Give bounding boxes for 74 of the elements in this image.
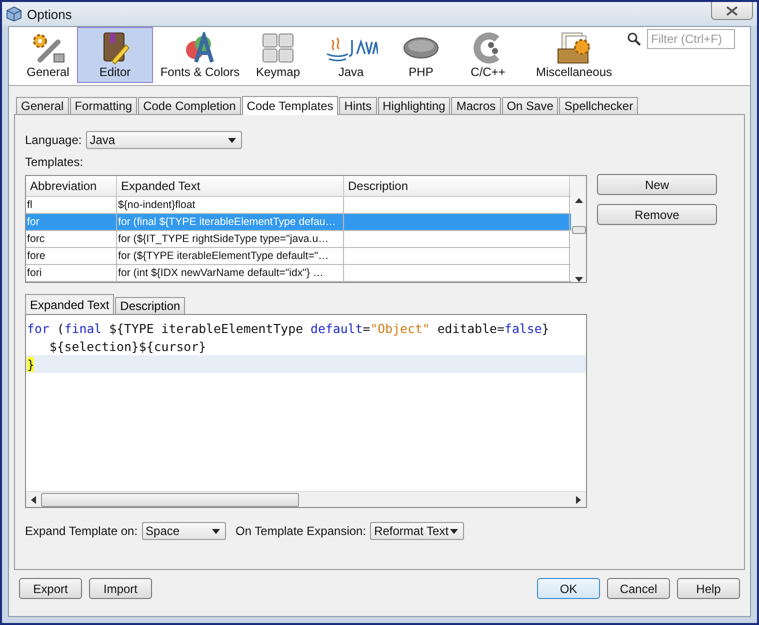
table-cell: for (int ${IDX newVarName default="idx"} …	[117, 265, 344, 281]
template-expansion-dropdown[interactable]: Reformat Text	[370, 522, 464, 540]
tab[interactable]: Spellchecker	[559, 97, 638, 114]
close-icon	[726, 6, 738, 16]
code-line: for (final ${TYPE iterableElementType default="Object" editable=false}	[27, 320, 550, 336]
tab[interactable]: Code Completion	[138, 97, 241, 114]
footer-button[interactable]: Help	[677, 578, 740, 599]
table-cell: fl	[26, 197, 117, 213]
footer-button[interactable]: Export	[19, 578, 82, 599]
expand-template-label: Expand Template on:	[25, 524, 138, 538]
templates-label: Templates:	[25, 155, 84, 169]
table-cell: fori	[26, 265, 117, 281]
tab[interactable]: Hints	[339, 97, 377, 114]
category-button[interactable]: Java	[309, 27, 393, 83]
category-button[interactable]: PHP	[393, 27, 449, 83]
tab[interactable]: Expanded Text	[25, 294, 114, 314]
folder-gear-icon	[556, 30, 592, 64]
table-cell: for (${TYPE iterableElementType default="…	[117, 248, 344, 264]
column-header[interactable]: Description	[344, 176, 570, 196]
scroll-thumb[interactable]	[41, 492, 299, 506]
scroll-up-icon	[574, 198, 582, 203]
window-title: Options	[27, 6, 72, 22]
tab[interactable]: Highlighting	[378, 97, 450, 114]
table-cell: ${no-indent}float	[117, 197, 344, 213]
scroll-thumb[interactable]	[572, 226, 586, 234]
vertical-scrollbar[interactable]	[571, 176, 586, 282]
table-cell: forc	[26, 231, 117, 247]
table-cell: for (final ${TYPE iterableElementType defau…	[117, 214, 344, 230]
footer-button[interactable]: Cancel	[607, 578, 670, 599]
action-button[interactable]: Remove	[597, 204, 717, 225]
code-editor[interactable]: for (final ${TYPE iterableElementType default="Object" editable=false} ${selection}${cursor} }	[25, 314, 587, 508]
filter-field[interactable]: Filter (Ctrl+F)	[647, 29, 735, 49]
dropdown-arrow-icon	[450, 528, 458, 534]
category-button[interactable]: Keymap	[247, 27, 309, 83]
scroll-down-icon	[574, 277, 582, 282]
gear-wrench-icon	[30, 32, 66, 64]
code-line: ${selection}${cursor}	[48, 338, 206, 354]
keyboard-keys-icon	[261, 32, 295, 64]
tab[interactable]: Macros	[451, 97, 501, 114]
category-button[interactable]: Miscellaneous	[527, 27, 621, 83]
tab[interactable]: On Save	[502, 97, 558, 114]
horizontal-scrollbar[interactable]	[26, 491, 586, 507]
tab[interactable]: Formatting	[70, 97, 138, 114]
scroll-right-icon	[576, 496, 581, 504]
expand-template-dropdown[interactable]: Space	[142, 522, 226, 540]
table-cell: fore	[26, 248, 117, 264]
category-button[interactable]: General	[19, 27, 77, 83]
footer-button[interactable]: OK	[537, 578, 600, 599]
table-cell: for (${IT_TYPE rightSideType type="java.u…	[117, 231, 344, 247]
dropdown-arrow-icon	[212, 528, 220, 534]
footer-button[interactable]: Import	[89, 578, 152, 599]
language-dropdown[interactable]: Java	[86, 131, 242, 149]
category-button[interactable]: Editor	[77, 27, 153, 83]
tab[interactable]: General	[16, 97, 69, 114]
search-icon	[627, 32, 641, 46]
tab[interactable]: Code Templates	[242, 96, 338, 115]
action-button[interactable]: New	[597, 174, 717, 195]
column-header[interactable]: Abbreviation	[26, 176, 117, 196]
category-button[interactable]: C/C++	[449, 27, 527, 83]
dropdown-arrow-icon	[228, 138, 236, 142]
cube-icon	[6, 6, 22, 22]
close-button[interactable]	[711, 2, 753, 20]
palette-letter-icon	[183, 32, 217, 64]
template-expansion-label: On Template Expansion:	[236, 524, 366, 538]
table-cell: for	[26, 214, 117, 230]
table-row[interactable]: forc for (${IT_TYPE rightSideType type="java.u…	[26, 231, 571, 248]
table-row[interactable]: fore for (${TYPE iterableElementType default="…	[26, 248, 571, 265]
tab[interactable]: Description	[115, 297, 186, 314]
scroll-left-icon	[31, 496, 36, 504]
oval-badge-icon	[403, 36, 439, 60]
category-button[interactable]: Fonts & Colors	[153, 27, 247, 83]
table-row[interactable]: fori for (int ${IDX newVarName default="idx"} …	[26, 265, 571, 282]
column-header[interactable]: Expanded Text	[117, 176, 344, 196]
language-label: Language:	[25, 133, 82, 147]
